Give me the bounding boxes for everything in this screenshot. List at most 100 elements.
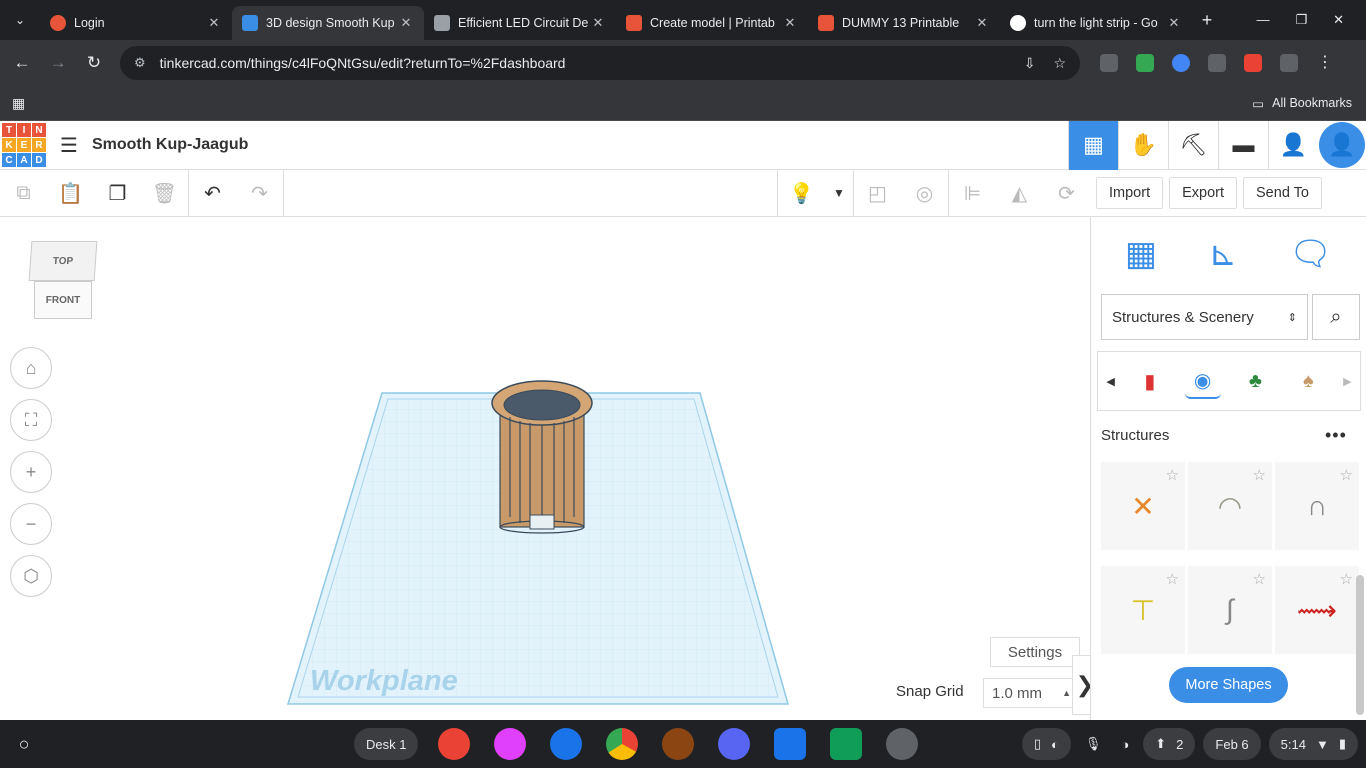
more-shapes-button[interactable]: More Shapes: [1169, 667, 1288, 703]
browser-tab-dummy13[interactable]: DUMMY 13 Printable ✕: [808, 6, 1000, 40]
ruler-icon[interactable]: ⊾: [1209, 234, 1238, 274]
building-icon[interactable]: ▮: [1132, 363, 1168, 399]
gallery-icon[interactable]: [886, 728, 919, 760]
shape-tile[interactable]: ∫ ☆: [1188, 566, 1272, 654]
export-button[interactable]: Export: [1169, 177, 1238, 209]
basket-model[interactable]: [491, 380, 593, 534]
address-bar[interactable]: ⚙ tinkercad.com/things/c4lFoQNtGsu/edit?…: [120, 46, 1080, 80]
minecraft-pickaxe-icon[interactable]: ⛏: [1168, 120, 1218, 170]
invite-user-icon[interactable]: 👤: [1268, 120, 1318, 170]
shape-tile[interactable]: ⊤ ☆: [1101, 566, 1185, 654]
paint-app-icon[interactable]: [438, 728, 471, 760]
browser-tab-printables-create[interactable]: Create model | Printab ✕: [616, 6, 808, 40]
zoom-out-icon[interactable]: −: [10, 503, 52, 545]
home-view-icon[interactable]: ⌂: [10, 347, 52, 389]
status-tray[interactable]: 5:14 ▼ ▮: [1268, 728, 1358, 760]
accessibility-button[interactable]: ◑: [1115, 728, 1135, 760]
minimize-icon[interactable]: —: [1256, 12, 1269, 28]
close-icon[interactable]: ✕: [1166, 15, 1182, 31]
forward-button[interactable]: →: [40, 53, 76, 73]
url-text[interactable]: tinkercad.com/things/c4lFoQNtGsu/edit?re…: [160, 55, 1006, 71]
notifications-button[interactable]: ⬆ 2: [1143, 728, 1196, 760]
fit-view-icon[interactable]: ⛶: [10, 399, 52, 441]
new-tab-button[interactable]: +: [1192, 10, 1222, 31]
3d-design-grid-icon[interactable]: ▦: [1068, 120, 1118, 170]
view-cube[interactable]: TOP FRONT: [28, 241, 98, 319]
tab-search-button[interactable]: ⌄: [0, 0, 40, 40]
search-icon[interactable]: ⌕: [1312, 294, 1360, 340]
launcher-icon[interactable]: ○: [10, 730, 38, 758]
all-bookmarks-button[interactable]: ▭ All Bookmarks: [1252, 96, 1352, 111]
zoom-in-icon[interactable]: +: [10, 451, 52, 493]
close-icon[interactable]: ✕: [398, 15, 414, 31]
shape-tile[interactable]: ⟿ ☆: [1275, 566, 1359, 654]
mic-button[interactable]: 🎙: [1079, 728, 1108, 760]
view-cube-top[interactable]: TOP: [28, 241, 98, 281]
files-icon[interactable]: [774, 728, 807, 760]
copy-icon[interactable]: ⧉: [0, 170, 47, 217]
star-icon[interactable]: ☆: [1253, 570, 1266, 588]
close-icon[interactable]: ✕: [782, 15, 798, 31]
chevron-down-icon[interactable]: ▼: [825, 170, 853, 217]
undo-icon[interactable]: ↶: [189, 170, 236, 217]
apps-grid-icon[interactable]: ▦: [12, 95, 25, 112]
star-icon[interactable]: ☆: [1340, 466, 1353, 484]
restore-icon[interactable]: ❐: [1295, 12, 1307, 28]
close-icon[interactable]: ✕: [590, 15, 606, 31]
carousel-left-icon[interactable]: ◀: [1106, 375, 1114, 388]
lightbulb-icon[interactable]: 💡: [778, 170, 825, 217]
more-options-icon[interactable]: •••: [1325, 425, 1347, 446]
discord-icon[interactable]: [718, 728, 751, 760]
panel-scrollbar[interactable]: [1356, 575, 1364, 715]
bookmark-star-icon[interactable]: ☆: [1053, 55, 1066, 72]
view-cube-front[interactable]: FRONT: [34, 281, 92, 319]
notes-icon[interactable]: 🗨: [1289, 234, 1332, 274]
browser-tab-tinkercad[interactable]: 3D design Smooth Kup ✕: [232, 6, 424, 40]
star-icon[interactable]: ☆: [1166, 570, 1179, 588]
desk-button[interactable]: Desk 1: [354, 728, 419, 760]
structures-icon[interactable]: ◉: [1184, 363, 1221, 399]
avatar[interactable]: 👤: [1319, 121, 1365, 168]
close-icon[interactable]: ✕: [206, 15, 222, 31]
mirror-icon[interactable]: ◭: [996, 170, 1043, 217]
classroom-icon[interactable]: [830, 728, 863, 760]
close-window-icon[interactable]: ✕: [1333, 12, 1344, 28]
perspective-icon[interactable]: ⬡: [10, 555, 52, 597]
ungroup-icon[interactable]: ◎: [901, 170, 948, 217]
workplane-tool-icon[interactable]: ▦: [1125, 234, 1157, 274]
workplane-scene[interactable]: Workplane: [0, 217, 1090, 720]
duplicate-icon[interactable]: ❐: [94, 170, 141, 217]
bricks-icon[interactable]: ▬: [1218, 120, 1268, 170]
puzzle-icon[interactable]: [1280, 54, 1298, 72]
import-button[interactable]: Import: [1096, 177, 1164, 209]
send-to-button[interactable]: Send To: [1243, 177, 1322, 209]
book-app-icon[interactable]: [662, 728, 695, 760]
shape-tile[interactable]: ◠ ☆: [1188, 462, 1272, 550]
kebab-menu-icon[interactable]: ⋮: [1316, 54, 1334, 72]
3d-canvas[interactable]: Workplane TOP FRONT ⌂ ⛶ + − ⬡ Settings S…: [0, 217, 1090, 720]
install-icon[interactable]: ⇩: [1024, 55, 1036, 72]
redo-icon[interactable]: ↷: [236, 170, 283, 217]
paste-icon[interactable]: 📋: [47, 170, 94, 217]
furniture-icon[interactable]: ♠: [1290, 363, 1326, 399]
tinkercad-logo[interactable]: TIN KER CAD: [2, 123, 46, 167]
holding-space[interactable]: ▯ ◐: [1021, 728, 1071, 760]
reload-button[interactable]: ↻: [76, 53, 112, 73]
extension-icon[interactable]: [1100, 54, 1118, 72]
back-button[interactable]: ←: [4, 53, 40, 73]
ghost-icon[interactable]: [1244, 54, 1262, 72]
star-icon[interactable]: ☆: [1253, 466, 1266, 484]
canvas-app-icon[interactable]: [494, 728, 527, 760]
star-icon[interactable]: ☆: [1166, 466, 1179, 484]
tree-icon[interactable]: ♣: [1237, 363, 1273, 399]
close-icon[interactable]: ✕: [974, 15, 990, 31]
cruise-icon[interactable]: ⟳: [1043, 170, 1090, 217]
browser-tab-google[interactable]: turn the light strip - Go ✕: [1000, 6, 1192, 40]
extension-icon[interactable]: [1172, 54, 1190, 72]
tools-app-icon[interactable]: [550, 728, 583, 760]
shape-tile[interactable]: ✕ ☆: [1101, 462, 1185, 550]
carousel-right-icon[interactable]: ▶: [1343, 375, 1351, 388]
collapse-panel-button[interactable]: ❯: [1072, 655, 1090, 715]
browser-tab-led[interactable]: Efficient LED Circuit De ✕: [424, 6, 616, 40]
shape-tile[interactable]: ∩ ☆: [1275, 462, 1359, 550]
